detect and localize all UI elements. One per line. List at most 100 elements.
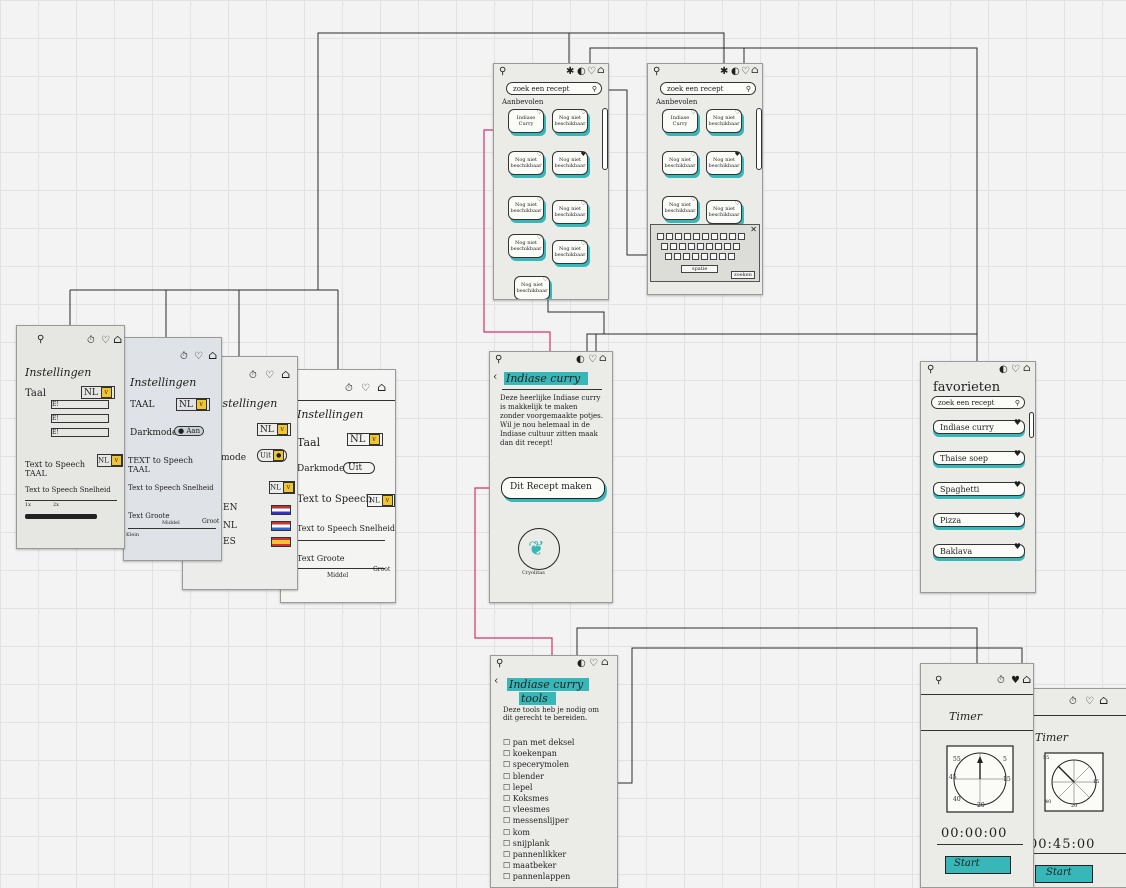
recipe-tile[interactable]: Nog niet beschikbaar ♡ bbox=[706, 200, 742, 224]
favorite-item[interactable]: Indiase curry ♥ bbox=[933, 418, 1025, 434]
home-icon[interactable]: ⌂ bbox=[1099, 694, 1108, 706]
settings-icon[interactable]: ✱ bbox=[566, 67, 574, 77]
home-icon[interactable]: ⌂ bbox=[1023, 364, 1031, 374]
tool-item[interactable]: ☐ pannenlappen bbox=[503, 872, 570, 881]
timer-icon[interactable]: ◐ bbox=[731, 67, 740, 77]
recipe-tile[interactable]: Nog niet beschikbaar ♡ bbox=[662, 151, 698, 175]
keyboard-key[interactable] bbox=[679, 243, 686, 250]
search-icon[interactable]: ⚲ bbox=[927, 365, 934, 375]
checkbox-icon[interactable]: ☐ bbox=[503, 749, 513, 758]
timer-icon[interactable]: ◐ bbox=[999, 365, 1008, 375]
search-icon[interactable]: ⚲ bbox=[37, 335, 44, 345]
keyboard-space-key[interactable]: spatie bbox=[681, 265, 719, 273]
home-icon[interactable]: ⌂ bbox=[601, 658, 609, 668]
heart-icon[interactable]: ♥ bbox=[735, 152, 740, 158]
search-icon[interactable]: ⚲ bbox=[499, 67, 506, 77]
heart-icon[interactable]: ♥ bbox=[1014, 540, 1021, 553]
scrollbar[interactable] bbox=[756, 108, 762, 170]
search-input[interactable]: zoek een recept ⚲ bbox=[506, 82, 602, 95]
search-icon[interactable]: ⚲ bbox=[935, 676, 942, 686]
timer-icon[interactable]: ⏱ bbox=[997, 676, 1005, 686]
keyboard-key[interactable] bbox=[693, 233, 700, 240]
on-screen-keyboard[interactable]: ✕ spatie zoeken bbox=[650, 224, 760, 282]
checkbox-icon[interactable]: ☐ bbox=[503, 828, 513, 837]
recipe-tile-indian-curry[interactable]: Indiase Curry ♡ bbox=[662, 109, 698, 133]
heart-icon[interactable]: ♡ bbox=[587, 67, 596, 77]
keyboard-key[interactable] bbox=[675, 233, 682, 240]
recipe-tile[interactable]: Nog niet beschikbaar ♡ bbox=[508, 234, 544, 258]
search-icon[interactable]: ⚲ bbox=[653, 67, 660, 77]
recipe-tile[interactable]: Nog niet beschikbaar ♡ bbox=[508, 196, 544, 220]
keyboard-key[interactable] bbox=[720, 233, 727, 240]
keyboard-key[interactable] bbox=[692, 253, 699, 260]
home-icon[interactable]: ⌂ bbox=[208, 349, 217, 361]
recipe-tile[interactable]: Nog niet beschikbaar ♥ bbox=[706, 151, 742, 175]
heart-icon[interactable]: ♡ bbox=[537, 152, 542, 158]
checkbox-icon[interactable]: ☐ bbox=[503, 794, 513, 803]
heart-icon[interactable]: ♡ bbox=[1011, 365, 1020, 375]
timer-icon[interactable]: ◐ bbox=[577, 67, 586, 77]
tool-item[interactable]: ☐ pan met deksel bbox=[503, 738, 574, 747]
keyboard-key[interactable] bbox=[683, 253, 690, 260]
scrollbar[interactable] bbox=[602, 108, 608, 170]
recipe-tile[interactable]: Nog niet beschikbaar ♡ bbox=[552, 109, 588, 133]
keyboard-key[interactable] bbox=[697, 243, 704, 250]
tool-item[interactable]: ☐ pannenlikker bbox=[503, 850, 566, 859]
keyboard-key[interactable] bbox=[733, 243, 740, 250]
recipe-tile[interactable]: Nog niet beschikbaar ♡ bbox=[662, 196, 698, 220]
tool-item[interactable]: ☐ koekenpan bbox=[503, 749, 557, 758]
timer-icon[interactable]: ⏱ bbox=[345, 384, 353, 394]
keyboard-key[interactable] bbox=[684, 233, 691, 240]
make-recipe-button[interactable]: Dit Recept maken bbox=[501, 477, 605, 499]
language-option-nl[interactable]: E! bbox=[51, 414, 109, 423]
heart-icon[interactable]: ♡ bbox=[741, 67, 750, 77]
checkbox-icon[interactable]: ☐ bbox=[503, 850, 513, 859]
language-select[interactable]: NL v bbox=[81, 386, 115, 399]
home-icon[interactable]: ⌂ bbox=[1022, 673, 1031, 685]
tts-select[interactable]: NL v bbox=[269, 481, 295, 494]
heart-icon[interactable]: ♡ bbox=[537, 110, 542, 116]
tool-item[interactable]: ☐ snijplank bbox=[503, 839, 549, 848]
home-icon[interactable]: ⌂ bbox=[597, 66, 605, 76]
heart-icon[interactable]: ♡ bbox=[194, 352, 203, 362]
keyboard-key[interactable] bbox=[670, 243, 677, 250]
search-input[interactable]: zoek een recept ⚲ bbox=[660, 82, 756, 95]
heart-icon[interactable]: ♡ bbox=[735, 201, 740, 207]
language-option-en[interactable]: E! bbox=[51, 400, 109, 409]
checkbox-icon[interactable]: ☐ bbox=[503, 805, 513, 814]
heart-icon[interactable]: ♡ bbox=[537, 197, 542, 203]
recipe-tile[interactable]: Nog niet beschikbaar ♡ bbox=[514, 276, 550, 299]
heart-icon[interactable]: ♡ bbox=[361, 384, 370, 394]
checkbox-icon[interactable]: ☐ bbox=[503, 738, 513, 747]
heart-icon[interactable]: ♡ bbox=[1085, 697, 1094, 707]
timer-icon[interactable]: ◐ bbox=[576, 355, 585, 365]
heart-icon[interactable]: ♡ bbox=[588, 355, 597, 365]
text-size-slider[interactable] bbox=[25, 514, 97, 519]
checkbox-icon[interactable]: ☐ bbox=[503, 772, 513, 781]
keyboard-key[interactable] bbox=[710, 253, 717, 260]
keyboard-key[interactable] bbox=[724, 243, 731, 250]
back-arrow-icon[interactable]: ‹ bbox=[494, 675, 498, 686]
scrollbar[interactable] bbox=[1029, 412, 1034, 438]
search-icon[interactable]: ⚲ bbox=[496, 659, 503, 669]
recipe-tile-indian-curry[interactable]: Indiase Curry ♡ bbox=[508, 109, 544, 133]
heart-icon[interactable]: ♡ bbox=[537, 235, 542, 241]
home-icon[interactable]: ⌂ bbox=[377, 381, 386, 393]
language-option-nl[interactable]: NL bbox=[223, 521, 237, 531]
heart-icon[interactable]: ♥ bbox=[1014, 416, 1021, 429]
tool-item[interactable]: ☐ specerymolen bbox=[503, 760, 569, 769]
favorite-item[interactable]: Thaise soep ♥ bbox=[933, 449, 1025, 465]
heart-icon[interactable]: ♡ bbox=[543, 277, 548, 283]
darkmode-toggle[interactable]: Uit bbox=[343, 462, 376, 474]
start-button[interactable]: Start bbox=[1035, 865, 1093, 883]
heart-icon[interactable]: ♡ bbox=[101, 336, 110, 346]
keyboard-key[interactable] bbox=[701, 253, 708, 260]
keyboard-key[interactable] bbox=[728, 253, 735, 260]
tool-item[interactable]: ☐ blender bbox=[503, 772, 544, 781]
timer-icon[interactable]: ⏱ bbox=[1069, 697, 1077, 707]
tool-item[interactable]: ☐ messenslijper bbox=[503, 816, 569, 825]
keyboard-key[interactable] bbox=[688, 243, 695, 250]
recipe-tile[interactable]: Nog niet beschikbaar ♡ bbox=[552, 200, 588, 224]
favorites-search-input[interactable]: zoek een recept ⚲ bbox=[931, 396, 1025, 409]
recipe-tile[interactable]: Nog niet beschikbaar ♡ bbox=[706, 109, 742, 133]
